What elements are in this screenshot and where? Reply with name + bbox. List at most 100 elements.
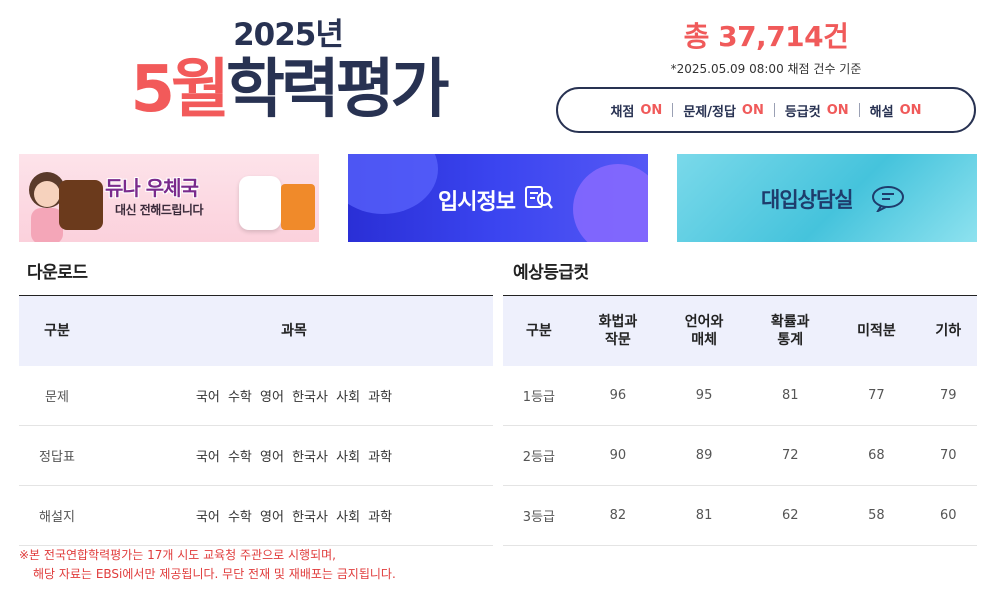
chat-bubble-icon [872, 186, 904, 212]
count-block: 총 37,714건 *2025.05.09 08:00 채점 건수 기준 채점 … [556, 18, 976, 133]
status-value: ON [826, 102, 849, 118]
status-label: 등급컷 [784, 104, 821, 120]
subject-link-social[interactable]: 사회 [336, 450, 360, 465]
subject-link-math[interactable]: 수학 [228, 390, 252, 405]
cut-score: 82 [574, 485, 661, 546]
subject-link-korean-history[interactable]: 한국사 [292, 510, 328, 525]
subject-link-social[interactable]: 사회 [336, 510, 360, 525]
table-row: 문제 국어 수학 영어 한국사 사회 과학 [19, 365, 493, 426]
column-header: 확률과 통계 [747, 295, 834, 366]
header-text: 미적분 [857, 322, 896, 339]
admission-info-banner[interactable]: 입시정보 [348, 154, 648, 242]
table-row: 1등급 96 95 81 77 79 [503, 365, 977, 426]
subject-links: 국어 수학 영어 한국사 사회 과학 [95, 365, 493, 426]
column-header: 화법과 작문 [574, 295, 661, 366]
subject-link-korean-history[interactable]: 한국사 [292, 390, 328, 405]
subject-link-social[interactable]: 사회 [336, 390, 360, 405]
status-value: ON [741, 102, 764, 118]
subject-link-korean[interactable]: 국어 [196, 450, 220, 465]
table-row: 정답표 국어 수학 영어 한국사 사회 과학 [19, 425, 493, 486]
title-month: 5월 [130, 53, 230, 127]
footnote: ※본 전국연합학력평가는 17개 시도 교육청 주관으로 시행되며, 해당 자료… [19, 546, 396, 584]
status-scoring: 채점 ON [600, 101, 672, 120]
header-text: 매체 [691, 331, 717, 348]
subject-link-korean-history[interactable]: 한국사 [292, 450, 328, 465]
grade-label: 3등급 [503, 485, 575, 546]
page-title: 5월학력평가 [96, 54, 480, 126]
cut-score: 72 [747, 425, 834, 486]
table-row: 3등급 82 81 62 58 60 [503, 485, 977, 546]
status-explanation: 해설 ON [860, 101, 932, 120]
count-note: *2025.05.09 08:00 채점 건수 기준 [670, 62, 862, 76]
admission-banner-title: 입시정보 [438, 190, 516, 215]
table-row: 해설지 국어 수학 영어 한국사 사회 과학 [19, 485, 493, 546]
subject-links: 국어 수학 영어 한국사 사회 과학 [95, 425, 493, 486]
title-year: 2025년 [233, 17, 344, 53]
subject-link-math[interactable]: 수학 [228, 450, 252, 465]
chicken-box-icon [59, 180, 103, 230]
title-text: 학력평가 [225, 53, 450, 127]
status-bar: 채점 ON 문제/정답 ON 등급컷 ON 해설 ON [556, 87, 976, 133]
column-header: 구분 [503, 295, 575, 366]
cut-score: 90 [574, 425, 661, 486]
gradecut-heading: 예상등급컷 [513, 263, 589, 283]
table-row: 2등급 90 89 72 68 70 [503, 425, 977, 486]
grade-label: 1등급 [503, 365, 575, 426]
header-text: 화법과 [598, 313, 638, 330]
decoration-shape [573, 164, 648, 242]
event-banner[interactable]: 듀나 우체국 대신 전해드립니다 [19, 154, 319, 242]
snack-icon [281, 184, 315, 230]
cut-score: 81 [747, 365, 834, 426]
cut-score: 95 [660, 365, 748, 426]
subject-link-english[interactable]: 영어 [260, 390, 284, 405]
cut-score: 81 [660, 485, 748, 546]
footnote-line: 해당 자료는 EBSi에서만 제공됩니다. 무단 전재 및 재배포는 금지됩니다… [33, 567, 396, 581]
column-header: 미적분 [833, 295, 920, 366]
event-banner-subtitle: 대신 전해드립니다 [115, 203, 204, 217]
cut-score: 58 [833, 485, 920, 546]
header-text: 언어와 [684, 313, 724, 330]
subject-link-korean[interactable]: 국어 [196, 510, 220, 525]
table-header-row: 구분 화법과 작문 언어와 매체 확률과 통계 미적분 기하 [503, 295, 977, 366]
subject-link-english[interactable]: 영어 [260, 510, 284, 525]
subject-link-english[interactable]: 영어 [260, 450, 284, 465]
cut-score: 62 [747, 485, 834, 546]
header-text: 통계 [777, 331, 804, 348]
subject-links: 국어 수학 영어 한국사 사회 과학 [95, 485, 493, 546]
row-type: 정답표 [19, 425, 95, 486]
status-value: ON [899, 102, 922, 118]
status-value: ON [640, 102, 663, 118]
counseling-banner-title: 대입상담실 [761, 188, 854, 212]
subject-link-science[interactable]: 과학 [368, 390, 392, 405]
earbuds-icon [239, 176, 281, 230]
cut-score: 60 [919, 485, 977, 546]
status-answers: 문제/정답 ON [673, 101, 774, 120]
subject-link-science[interactable]: 과학 [368, 510, 392, 525]
counseling-banner[interactable]: 대입상담실 [677, 154, 977, 242]
status-gradecut: 등급컷 ON [775, 101, 859, 120]
cut-score: 70 [919, 425, 977, 486]
cut-score: 89 [660, 425, 748, 486]
page-title-block: 2025년 5월학력평가 [96, 16, 480, 126]
cut-score: 77 [833, 365, 920, 426]
column-header: 기하 [919, 295, 977, 366]
column-header: 구분 [19, 295, 95, 366]
row-type: 해설지 [19, 485, 95, 546]
header-text: 확률과 [770, 313, 810, 330]
status-label: 채점 [610, 104, 635, 120]
status-label: 문제/정답 [683, 104, 736, 120]
download-heading: 다운로드 [27, 263, 88, 283]
footnote-line: ※본 전국연합학력평가는 17개 시도 교육청 주관으로 시행되며, [19, 548, 336, 562]
row-type: 문제 [19, 365, 95, 426]
cut-score: 96 [574, 365, 661, 426]
download-table: 구분 과목 문제 국어 수학 영어 한국사 사회 과학 정답표 국어 수학 영어… [19, 295, 493, 546]
subject-link-korean[interactable]: 국어 [196, 390, 220, 405]
column-header: 과목 [95, 295, 493, 366]
grade-label: 2등급 [503, 425, 575, 486]
cut-score: 68 [833, 425, 920, 486]
subject-link-science[interactable]: 과학 [368, 450, 392, 465]
header-text: 작문 [605, 331, 631, 348]
header-text: 기하 [935, 322, 962, 339]
subject-link-math[interactable]: 수학 [228, 510, 252, 525]
total-count: 총 37,714건 [683, 20, 849, 53]
